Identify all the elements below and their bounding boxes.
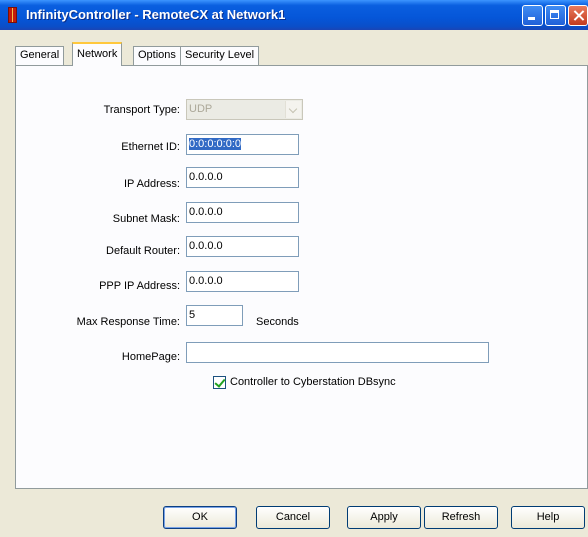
refresh-button[interactable]: Refresh bbox=[424, 506, 498, 529]
window-title: InfinityController - RemoteCX at Network… bbox=[26, 7, 286, 22]
transport-type-select[interactable]: UDP bbox=[186, 99, 303, 120]
app-icon bbox=[8, 7, 17, 23]
dbsync-label[interactable]: Controller to Cyberstation DBsync bbox=[230, 376, 396, 388]
cancel-button[interactable]: Cancel bbox=[256, 506, 330, 529]
transport-type-value: UDP bbox=[189, 103, 213, 115]
ip-address-label: IP Address: bbox=[123, 178, 180, 190]
ethernet-id-field[interactable]: 0:0:0:0:0:0 bbox=[186, 134, 299, 155]
ethernet-id-value: 0:0:0:0:0:0 bbox=[189, 138, 241, 150]
apply-button[interactable]: Apply bbox=[347, 506, 421, 529]
minimize-icon[interactable] bbox=[522, 5, 543, 26]
help-button[interactable]: Help bbox=[511, 506, 585, 529]
tab-options[interactable]: Options bbox=[133, 46, 181, 65]
close-icon[interactable] bbox=[568, 5, 588, 26]
homepage-field[interactable] bbox=[186, 342, 489, 363]
max-response-time-label: Max Response Time: bbox=[76, 316, 180, 328]
tab-general[interactable]: General bbox=[15, 46, 65, 65]
tab-panel-network bbox=[15, 65, 588, 489]
ok-button[interactable]: OK bbox=[163, 506, 237, 529]
tab-network[interactable]: Network bbox=[72, 42, 123, 66]
transport-type-label: Transport Type: bbox=[103, 104, 180, 116]
dbsync-checkbox[interactable] bbox=[213, 376, 226, 389]
ethernet-id-label: Ethernet ID: bbox=[121, 141, 180, 153]
subnet-mask-label: Subnet Mask: bbox=[112, 213, 180, 225]
ppp-ip-address-label: PPP IP Address: bbox=[99, 280, 180, 292]
default-router-label: Default Router: bbox=[106, 245, 180, 257]
ip-address-field[interactable]: 0.0.0.0 bbox=[186, 167, 299, 188]
tab-security-level[interactable]: Security Level bbox=[180, 46, 260, 65]
homepage-label: HomePage: bbox=[121, 351, 180, 363]
max-response-time-field[interactable]: 5 bbox=[186, 305, 243, 326]
default-router-field[interactable]: 0.0.0.0 bbox=[186, 236, 299, 257]
chevron-down-icon bbox=[285, 101, 301, 118]
maximize-icon[interactable] bbox=[545, 5, 566, 26]
subnet-mask-field[interactable]: 0.0.0.0 bbox=[186, 202, 299, 223]
ppp-ip-address-field[interactable]: 0.0.0.0 bbox=[186, 271, 299, 292]
title-bar[interactable]: InfinityController - RemoteCX at Network… bbox=[0, 0, 588, 30]
max-response-time-unit: Seconds bbox=[256, 316, 299, 328]
